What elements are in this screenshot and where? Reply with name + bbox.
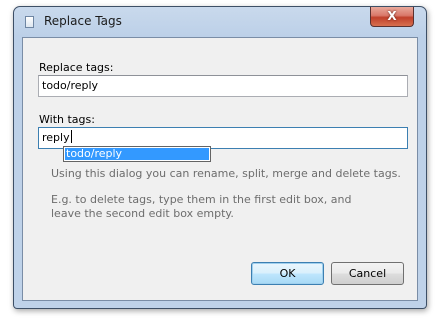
title-bar[interactable]: Replace Tags X <box>14 7 426 37</box>
cancel-button[interactable]: Cancel <box>331 262 404 285</box>
replace-tags-input[interactable]: todo/reply <box>38 75 408 97</box>
help-text-example: E.g. to delete tags, type them in the fi… <box>51 193 352 220</box>
help-text-usage: Using this dialog you can rename, split,… <box>51 167 401 180</box>
ok-button[interactable]: OK <box>251 262 324 285</box>
with-tags-value: reply <box>42 131 70 144</box>
replace-tags-label: Replace tags: <box>39 61 114 74</box>
close-icon: X <box>387 9 397 23</box>
with-tags-label: With tags: <box>39 113 95 126</box>
close-button[interactable]: X <box>370 7 414 27</box>
window-title: Replace Tags <box>44 14 122 28</box>
replace-tags-value: todo/reply <box>42 79 99 92</box>
autocomplete-dropdown: todo/reply <box>63 146 211 162</box>
replace-tags-dialog: Replace Tags X Replace tags: todo/reply … <box>13 6 427 309</box>
dialog-app-icon <box>25 16 34 28</box>
text-caret <box>70 130 72 143</box>
dialog-body: Replace tags: todo/reply With tags: repl… <box>22 37 418 301</box>
autocomplete-item[interactable]: todo/reply <box>65 148 209 160</box>
